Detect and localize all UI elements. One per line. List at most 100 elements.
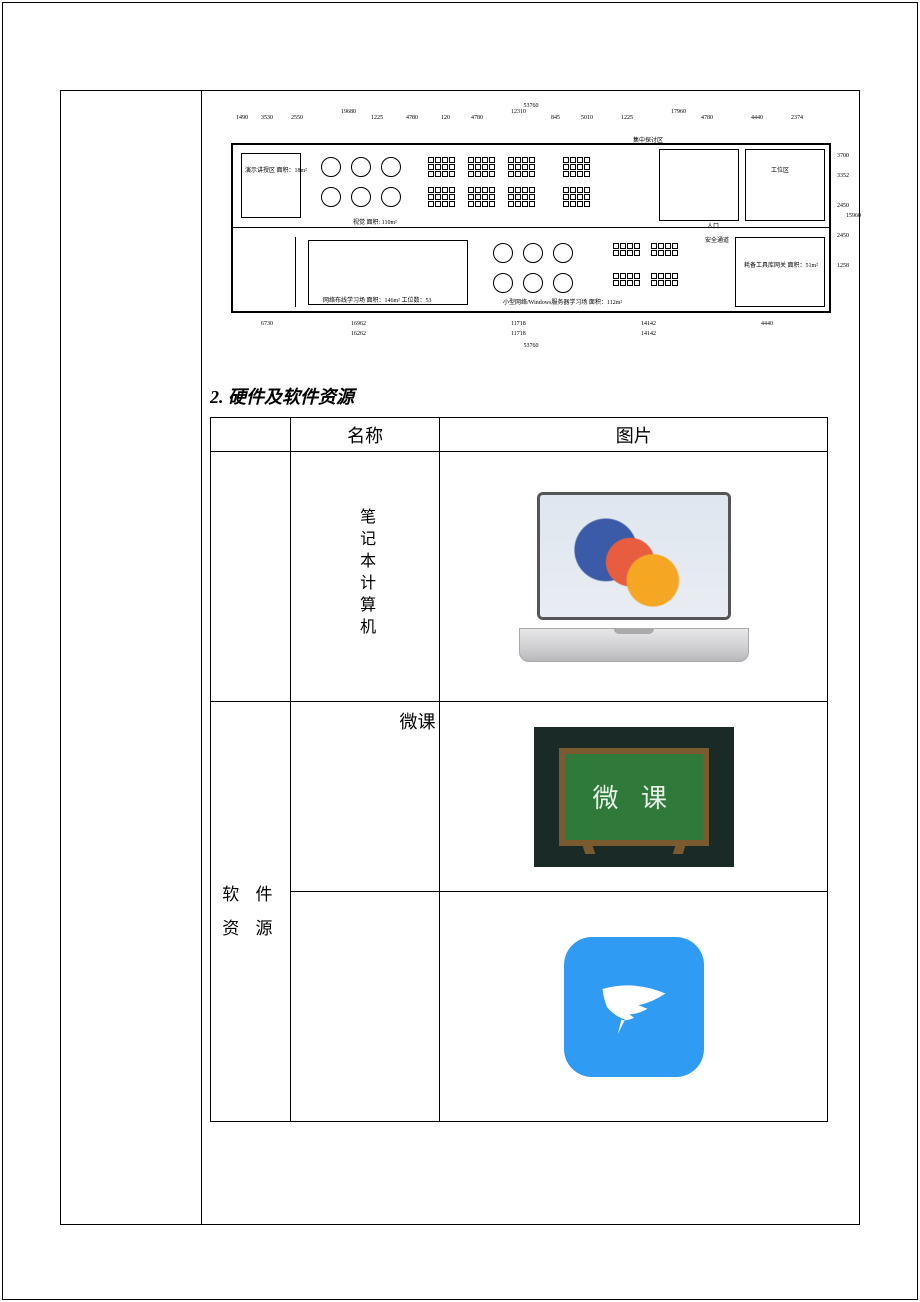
laptop-base [519,628,749,662]
board-leg [580,840,595,854]
stair-left [241,237,296,307]
desk-grid-icon [468,187,495,207]
desk-grid-icon [563,187,590,207]
section-heading: 2. 硬件及软件资源 [210,383,860,409]
header-name: 名称 [290,418,440,452]
desk-grid-icon [508,187,535,207]
dim-top-seg-4: 1225 [371,115,383,121]
desk-grid-icon [651,243,678,256]
dim-bot-3: 14142 [641,321,656,327]
dim-top-seg-15: 2374 [791,115,803,121]
desk-grid-icon [468,157,495,177]
round-table-icon [381,157,401,177]
dim-top-seg-12: 17960 [671,109,686,115]
dingtalk-icon [564,937,704,1077]
desk-grid-icon [428,187,455,207]
round-table-icon [553,243,573,263]
round-table-icon [523,243,543,263]
header-image: 图片 [440,418,828,452]
desk-grid-icon [563,157,590,177]
laptop-notch [614,629,654,634]
desk-grid-icon [613,243,640,256]
desk-grid-icon [613,273,640,286]
micro-name-text: 微课 [399,712,435,732]
chalkboard-board: 微 课 [559,748,709,846]
dim-top-seg-8: 12310 [511,109,526,115]
software-category-text: 软 件 资 源 [211,878,290,946]
content-column: 53760 1490 3530 2550 19680 1225 4780 120… [202,91,860,1224]
floorplan-figure: 53760 1490 3530 2550 19680 1225 4780 120… [221,103,841,353]
dim-r-1: 3352 [837,173,849,179]
document-frame: 53760 1490 3530 2550 19680 1225 4780 120… [60,90,860,1225]
dim-top-seg-11: 1225 [621,115,633,121]
room-top-left [241,153,301,218]
round-table-icon [351,157,371,177]
dim-top-seg-13: 4780 [701,115,713,121]
round-table-icon [523,273,543,293]
table-row: 笔记本计算机 [211,452,828,702]
dim-r-0: 3700 [837,153,849,159]
image-cell-dingtalk [440,892,828,1122]
dim-top-seg-1: 3530 [261,115,273,121]
dim-top-seg-10: 5010 [581,115,593,121]
header-category-blank [211,418,291,452]
board-leg [672,840,687,854]
category-cell-blank [211,452,291,702]
table-row: 软 件 资 源 微课 微 课 [211,702,828,892]
desk-grid-icon [428,157,455,177]
label-storage: 耗备工具库网关 面积：51m² [744,260,819,269]
table-row [211,892,828,1122]
image-cell-micro: 微 课 [440,702,828,892]
round-table-icon [493,273,513,293]
label-visual: 视觉 面积: 110m² [353,217,397,226]
resources-table: 名称 图片 笔记本计算机 [210,417,828,1122]
label-network-lab: 网络布线学习场 面积：146m² 工位数：53 [323,295,431,304]
label-windows-lab: 小型网络/Windows服务器学习场 面积：112m² [503,297,622,306]
name-cell-laptop: 笔记本计算机 [290,452,440,702]
label-demo-area: 演示讲授区 面积：18m² [245,165,307,174]
dim-top-seg-3: 19680 [341,109,356,115]
floorplan-outline: 演示讲授区 面积：18m² 视觉 面积: 110m² 工位区 [231,143,831,313]
chalkboard-icon: 微 课 [534,727,734,867]
table-header-row: 名称 图片 [211,418,828,452]
dim-top-seg-14: 4440 [751,115,763,121]
dim-top-seg-5: 4780 [406,115,418,121]
dingtalk-wing-icon [589,962,679,1052]
name-cell-dingtalk [290,892,440,1122]
wallpaper-graphic [540,495,728,617]
chalk-text: 微 课 [592,778,675,815]
laptop-icon [519,492,749,662]
dim-top-seg-9: 845 [551,115,560,121]
dim-top-seg-6: 120 [441,115,450,121]
dim-bot-4: 4440 [761,321,773,327]
label-workstation: 工位区 [771,165,789,174]
room-top-right-b [745,149,825,221]
round-table-icon [381,187,401,207]
dim-bot-3b: 14142 [641,331,656,337]
laptop-screen [537,492,731,620]
room-top-right-a [659,149,739,221]
round-table-icon [493,243,513,263]
round-table-icon [321,157,341,177]
dim-r-4: 1258 [837,263,849,269]
category-cell-software: 软 件 资 源 [211,702,291,1122]
label-top-center: 集中探讨区 [633,135,663,144]
image-cell-laptop [440,452,828,702]
dim-r-3: 2450 [837,233,849,239]
dim-r-total: 15960 [846,213,861,219]
dim-bot-total: 53760 [524,343,539,349]
dim-r-2: 2450 [837,203,849,209]
dim-top-seg-7: 4780 [471,115,483,121]
dim-bot-2b: 11718 [511,331,526,337]
dim-bot-2: 11718 [511,321,526,327]
desk-grid-icon [508,157,535,177]
dim-bot-1b: 16262 [351,331,366,337]
label-entrance: 人口 [707,221,719,230]
round-table-icon [351,187,371,207]
name-cell-micro: 微课 [290,702,440,892]
dim-top-seg-0: 1490 [236,115,248,121]
room-storage [735,237,825,307]
round-table-icon [553,273,573,293]
round-table-icon [321,187,341,207]
dim-top-seg-2: 2550 [291,115,303,121]
